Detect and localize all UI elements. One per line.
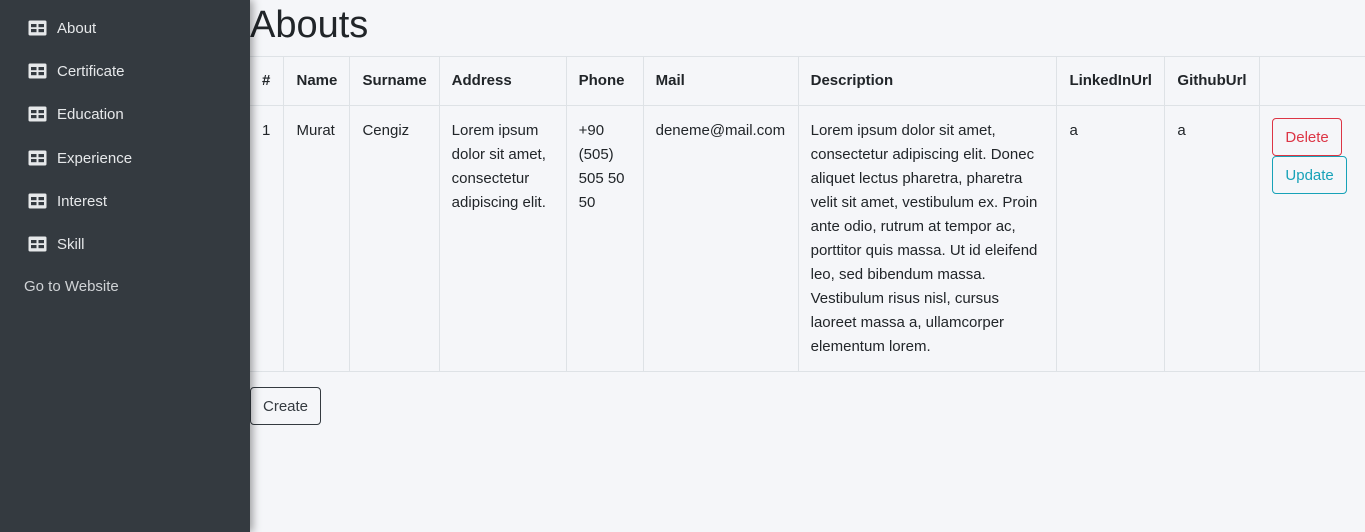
sidebar-item-label: Skill — [57, 235, 85, 253]
cell-id: 1 — [250, 105, 285, 372]
column-header-githuburl: GithubUrl — [1164, 56, 1261, 106]
column-header-surname: Surname — [349, 56, 440, 106]
cell-description: Lorem ipsum dolor sit amet, consectetur … — [797, 105, 1058, 372]
cell-phone: +90 (505) 505 50 50 — [565, 105, 644, 372]
sidebar-item-skill[interactable]: Skill — [28, 233, 85, 255]
cell-name: Murat — [283, 105, 351, 372]
update-button[interactable]: Update — [1272, 156, 1347, 194]
go-to-website-link[interactable]: Go to Website — [24, 278, 119, 295]
sidebar-item-education[interactable]: Education — [28, 103, 124, 125]
column-header-description: Description — [797, 56, 1058, 106]
sidebar-item-label: Education — [57, 105, 124, 123]
column-header-id: # — [250, 56, 285, 106]
table-icon — [28, 150, 47, 166]
sidebar-item-label: Experience — [57, 149, 133, 167]
table-row: 1 Murat Cengiz Lorem ipsum dolor sit ame… — [250, 105, 1365, 372]
abouts-table: # Name Surname Address Phone Mail Descri… — [250, 56, 1365, 372]
sidebar: About Certificate Education Experience I… — [0, 0, 250, 532]
column-header-linkedinurl: LinkedInUrl — [1056, 56, 1166, 106]
sidebar-item-interest[interactable]: Interest — [28, 190, 107, 212]
table-icon — [28, 193, 47, 209]
cell-linkedinurl: a — [1056, 105, 1166, 372]
column-header-actions — [1259, 56, 1365, 106]
column-header-name: Name — [283, 56, 351, 106]
cell-mail: deneme@mail.com — [642, 105, 799, 372]
sidebar-item-about[interactable]: About — [28, 17, 96, 39]
delete-button[interactable]: Delete — [1272, 118, 1342, 156]
sidebar-item-label: About — [57, 19, 97, 37]
main-content: Abouts # Name Surname Address Phone Mail… — [250, 0, 1365, 532]
sidebar-item-label: Interest — [57, 192, 108, 210]
table-icon — [28, 236, 47, 252]
column-header-mail: Mail — [642, 56, 799, 106]
table-header-row: # Name Surname Address Phone Mail Descri… — [250, 56, 1365, 106]
cell-githuburl: a — [1164, 105, 1261, 372]
table-icon — [28, 20, 47, 36]
table-icon — [28, 63, 47, 79]
column-header-address: Address — [438, 56, 567, 106]
table-icon — [28, 106, 47, 122]
cell-address: Lorem ipsum dolor sit amet, consectetur … — [438, 105, 567, 372]
cell-surname: Cengiz — [349, 105, 440, 372]
create-button[interactable]: Create — [250, 387, 322, 425]
sidebar-item-label: Certificate — [57, 62, 125, 80]
column-header-phone: Phone — [565, 56, 644, 106]
sidebar-item-experience[interactable]: Experience — [28, 147, 132, 169]
sidebar-item-certificate[interactable]: Certificate — [28, 60, 125, 82]
page-title: Abouts — [250, 4, 369, 46]
cell-actions: Delete Update — [1259, 105, 1365, 372]
